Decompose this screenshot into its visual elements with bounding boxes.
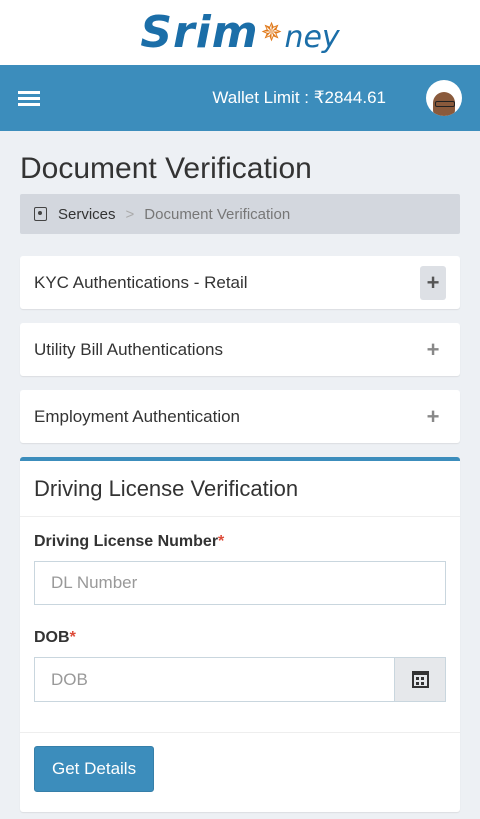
rupee-icon: ₹ — [313, 88, 325, 107]
dob-label: DOB* — [34, 629, 76, 646]
dl-number-input[interactable] — [34, 561, 446, 605]
page-title: Document Verification — [20, 152, 312, 185]
brand-logo[interactable]: Srim ✵ ney — [140, 7, 339, 58]
dob-group: DOB* — [34, 629, 446, 702]
logo-bar: Srim ✵ ney — [0, 0, 480, 65]
form-footer: Get Details — [20, 733, 460, 812]
breadcrumb-services-link[interactable]: Services — [58, 206, 116, 223]
get-details-button[interactable]: Get Details — [34, 746, 155, 792]
panel-title: Employment Authentication — [34, 406, 241, 426]
calendar-button[interactable] — [394, 657, 446, 702]
logo-star-icon: ✵ — [260, 17, 283, 48]
panel-title: Utility Bill Authentications — [34, 339, 223, 359]
menu-toggle-icon[interactable] — [18, 90, 40, 106]
calendar-icon — [411, 671, 429, 688]
dob-input[interactable] — [34, 657, 394, 702]
breadcrumb-separator: > — [125, 205, 135, 223]
breadcrumb: Services > Document Verification — [20, 194, 460, 234]
dl-verification-form: Driving License Verification Driving Lic… — [20, 457, 460, 812]
panel-kyc-retail[interactable]: KYC Authentications - Retail + — [20, 256, 460, 309]
form-body: Driving License Number* DOB* — [20, 517, 460, 733]
expand-plus-icon[interactable]: + — [420, 333, 446, 367]
form-header: Driving License Verification — [20, 461, 460, 517]
logo-text-tail: ney — [284, 20, 340, 55]
top-navbar: Wallet Limit : ₹2844.61 — [0, 65, 480, 131]
required-mark: * — [218, 533, 225, 550]
dl-number-group: Driving License Number* — [34, 533, 446, 605]
panel-employment[interactable]: Employment Authentication + — [20, 390, 460, 443]
wallet-amount: 2844.61 — [324, 88, 386, 107]
dl-number-label: Driving License Number* — [34, 533, 225, 550]
breadcrumb-current: Document Verification — [144, 205, 291, 223]
logo-text-main: Srim — [140, 7, 259, 58]
expand-plus-icon[interactable]: + — [420, 265, 446, 300]
services-icon — [34, 207, 47, 221]
wallet-limit: Wallet Limit : ₹2844.61 — [212, 88, 386, 108]
user-avatar[interactable] — [426, 80, 462, 116]
required-mark: * — [69, 629, 76, 646]
dob-input-group — [34, 657, 446, 702]
wallet-label: Wallet Limit : — [212, 88, 314, 107]
panel-title: KYC Authentications - Retail — [34, 272, 248, 292]
form-title: Driving License Verification — [34, 475, 299, 501]
expand-plus-icon[interactable]: + — [420, 400, 446, 434]
main-content: Document Verification Services > Documen… — [0, 131, 480, 812]
panel-utility-bill[interactable]: Utility Bill Authentications + — [20, 323, 460, 376]
